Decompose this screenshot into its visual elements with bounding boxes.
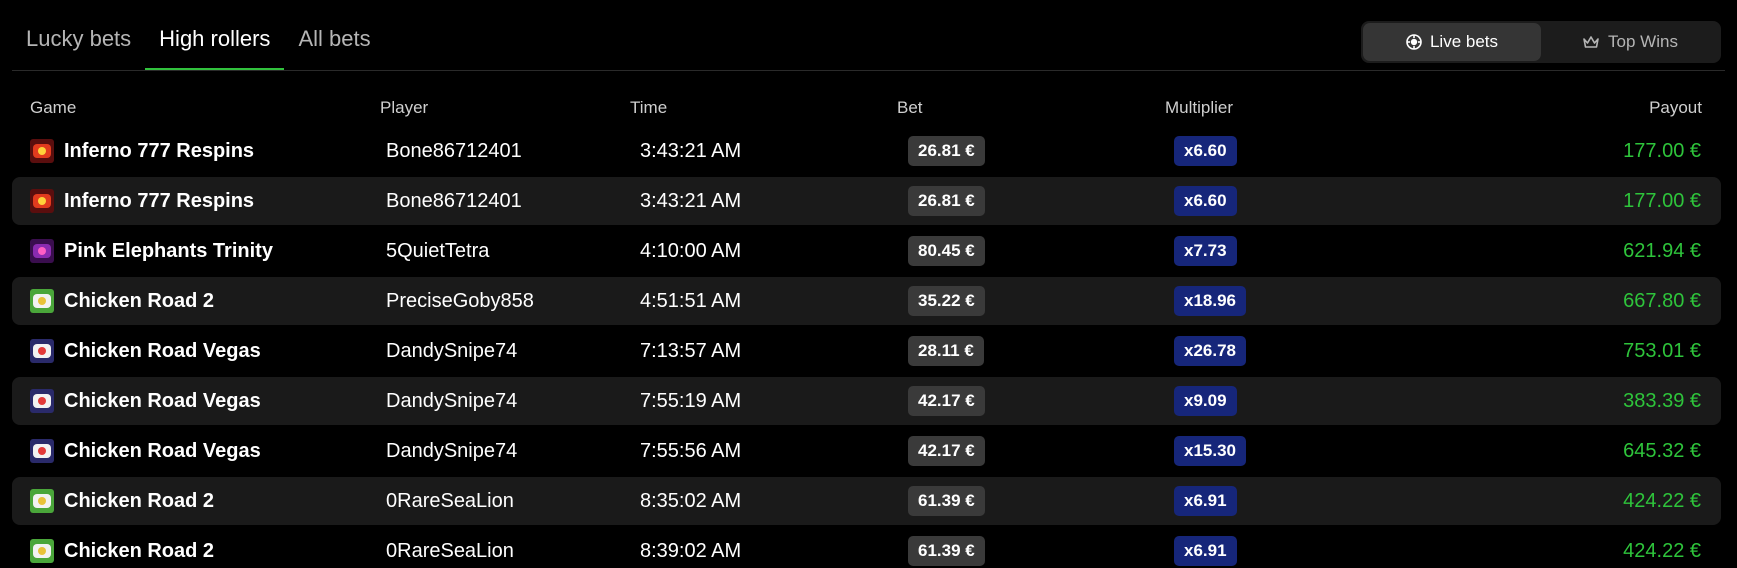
bet-amount: 26.81 € (908, 136, 985, 166)
multiplier-badge: x6.60 (1174, 136, 1237, 166)
multiplier-badge: x6.91 (1174, 536, 1237, 566)
game-name[interactable]: Inferno 777 Respins (64, 140, 254, 163)
table-row[interactable]: Chicken Road 2 0RareSeaLion 8:39:02 AM 6… (12, 527, 1721, 568)
table-row[interactable]: Chicken Road Vegas DandySnipe74 7:13:57 … (12, 327, 1721, 375)
column-header-time[interactable]: Time (630, 97, 667, 119)
chicken-road-2-game-icon (30, 539, 54, 563)
player-name: Bone86712401 (386, 139, 522, 162)
bet-amount: 35.22 € (908, 286, 985, 316)
bet-amount: 26.81 € (908, 186, 985, 216)
payout-amount: 753.01 € (1623, 339, 1701, 362)
player-name: 0RareSeaLion (386, 489, 514, 512)
multiplier-badge: x26.78 (1174, 336, 1246, 366)
live-top-toggle: Live bets Top Wins (1361, 21, 1721, 63)
tab-lucky-bets[interactable]: Lucky bets (12, 18, 145, 62)
player-name: 0RareSeaLion (386, 539, 514, 562)
top-wins-button[interactable]: Top Wins (1541, 23, 1719, 61)
top-wins-label: Top Wins (1608, 32, 1678, 51)
tab-all-bets[interactable]: All bets (284, 18, 384, 62)
multiplier-badge: x9.09 (1174, 386, 1237, 416)
table-row[interactable]: Chicken Road 2 0RareSeaLion 8:35:02 AM 6… (12, 477, 1721, 525)
chip-icon (1406, 34, 1422, 50)
bet-time: 3:43:21 AM (640, 189, 742, 212)
chicken-road-2-game-icon (30, 489, 54, 513)
chicken-road-vegas-game-icon (30, 439, 54, 463)
bet-time: 8:35:02 AM (640, 489, 742, 512)
table-row[interactable]: Chicken Road 2 PreciseGoby858 4:51:51 AM… (12, 277, 1721, 325)
multiplier-badge: x15.30 (1174, 436, 1246, 466)
bet-time: 4:10:00 AM (640, 239, 742, 262)
player-name: DandySnipe74 (386, 439, 518, 462)
column-header-payout[interactable]: Payout (1649, 97, 1702, 119)
game-name[interactable]: Chicken Road 2 (64, 490, 214, 513)
game-name[interactable]: Chicken Road 2 (64, 290, 214, 313)
player-name: 5QuietTetra (386, 239, 490, 262)
table-row[interactable]: Inferno 777 Respins Bone86712401 3:43:21… (12, 177, 1721, 225)
table-row[interactable]: Chicken Road Vegas DandySnipe74 7:55:56 … (12, 427, 1721, 475)
multiplier-badge: x7.73 (1174, 236, 1237, 266)
tab-high-rollers[interactable]: High rollers (145, 18, 285, 71)
live-bets-label: Live bets (1429, 32, 1499, 51)
inferno-game-icon (30, 139, 54, 163)
header-divider (12, 70, 1725, 71)
game-name[interactable]: Chicken Road Vegas (64, 340, 261, 363)
payout-amount: 424.22 € (1623, 539, 1701, 562)
live-bets-button[interactable]: Live bets (1363, 23, 1541, 61)
bet-amount: 42.17 € (908, 386, 985, 416)
bet-tabs: Lucky bets High rollers All bets (12, 18, 385, 71)
game-name[interactable]: Chicken Road Vegas (64, 440, 261, 463)
column-header-multiplier[interactable]: Multiplier (1165, 97, 1233, 119)
multiplier-badge: x18.96 (1174, 286, 1246, 316)
table-row[interactable]: Pink Elephants Trinity 5QuietTetra 4:10:… (12, 227, 1721, 275)
column-header-game[interactable]: Game (30, 97, 76, 119)
payout-amount: 383.39 € (1623, 389, 1701, 412)
bet-time: 8:39:02 AM (640, 539, 742, 562)
bets-table-body: Inferno 777 Respins Bone86712401 3:43:21… (12, 127, 1721, 568)
bets-widget: Lucky bets High rollers All bets Live be… (0, 0, 1737, 568)
pink-elephants-game-icon (30, 239, 54, 263)
player-name: PreciseGoby858 (386, 289, 534, 312)
bet-amount: 42.17 € (908, 436, 985, 466)
game-name[interactable]: Chicken Road 2 (64, 540, 214, 563)
payout-amount: 667.80 € (1623, 289, 1701, 312)
player-name: DandySnipe74 (386, 389, 518, 412)
payout-amount: 177.00 € (1623, 139, 1701, 162)
game-name[interactable]: Chicken Road Vegas (64, 390, 261, 413)
game-name[interactable]: Pink Elephants Trinity (64, 240, 273, 263)
column-header-bet[interactable]: Bet (897, 97, 923, 119)
bet-amount: 80.45 € (908, 236, 985, 266)
chicken-road-vegas-game-icon (30, 389, 54, 413)
bet-amount: 61.39 € (908, 486, 985, 516)
chicken-road-2-game-icon (30, 289, 54, 313)
column-header-player[interactable]: Player (380, 97, 428, 119)
player-name: DandySnipe74 (386, 339, 518, 362)
multiplier-badge: x6.60 (1174, 186, 1237, 216)
payout-amount: 177.00 € (1623, 189, 1701, 212)
table-row[interactable]: Inferno 777 Respins Bone86712401 3:43:21… (12, 127, 1721, 175)
chicken-road-vegas-game-icon (30, 339, 54, 363)
bet-amount: 61.39 € (908, 536, 985, 566)
bet-amount: 28.11 € (908, 336, 984, 366)
bet-time: 7:13:57 AM (640, 339, 742, 362)
payout-amount: 645.32 € (1623, 439, 1701, 462)
bet-time: 7:55:56 AM (640, 439, 742, 462)
table-row[interactable]: Chicken Road Vegas DandySnipe74 7:55:19 … (12, 377, 1721, 425)
crown-icon (1582, 34, 1600, 50)
payout-amount: 424.22 € (1623, 489, 1701, 512)
bet-time: 3:43:21 AM (640, 139, 742, 162)
game-name[interactable]: Inferno 777 Respins (64, 190, 254, 213)
bet-time: 7:55:19 AM (640, 389, 742, 412)
multiplier-badge: x6.91 (1174, 486, 1237, 516)
inferno-game-icon (30, 189, 54, 213)
player-name: Bone86712401 (386, 189, 522, 212)
bet-time: 4:51:51 AM (640, 289, 742, 312)
payout-amount: 621.94 € (1623, 239, 1701, 262)
